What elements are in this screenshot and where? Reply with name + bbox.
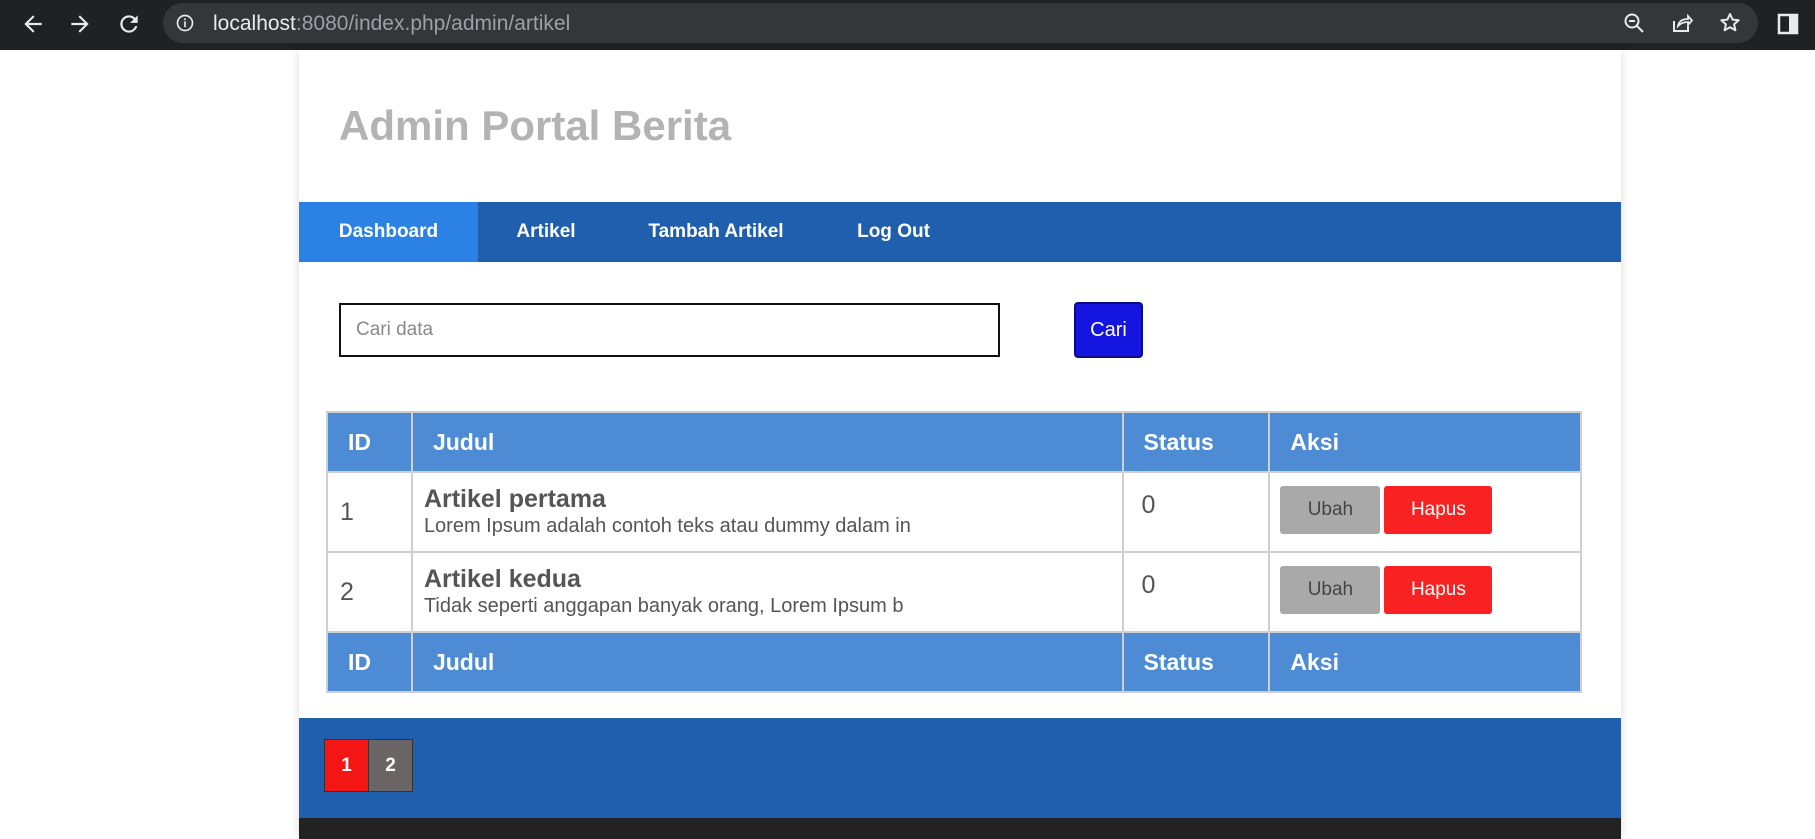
row-judul: Artikel pertama Lorem Ipsum adalah conto… — [410, 471, 1124, 553]
page-container: Admin Portal Berita Dashboard Artikel Ta… — [299, 50, 1621, 839]
row-actions: Ubah Hapus — [1268, 471, 1582, 553]
table-footer-row: ID Judul Status Aksi — [326, 631, 1582, 693]
article-excerpt: Lorem Ipsum adalah contoh teks atau dumm… — [423, 515, 911, 537]
browser-toolbar: localhost:8080/index.php/admin/artikel — [0, 0, 1815, 50]
table-row: 1 Artikel pertama Lorem Ipsum adalah con… — [326, 471, 1582, 553]
table-row: 2 Artikel kedua Tidak seperti anggapan b… — [326, 551, 1582, 633]
share-icon[interactable] — [1670, 11, 1694, 35]
forward-button[interactable] — [62, 6, 98, 42]
row-status: 0 — [1121, 471, 1271, 553]
article-excerpt: Tidak seperti anggapan banyak orang, Lor… — [423, 595, 904, 617]
edit-button[interactable]: Ubah — [1280, 566, 1381, 614]
delete-button[interactable]: Hapus — [1384, 486, 1493, 534]
edit-button[interactable]: Ubah — [1280, 486, 1381, 534]
column-footer-aksi: Aksi — [1268, 631, 1582, 693]
column-header-id: ID — [326, 411, 413, 473]
arrow-left-icon — [24, 15, 42, 33]
site-title: Admin Portal Berita — [339, 102, 732, 149]
nav-item-dashboard[interactable]: Dashboard — [299, 202, 478, 262]
pagination-bar: 1 2 — [299, 718, 1621, 818]
column-footer-id: ID — [326, 631, 413, 693]
column-header-judul: Judul — [410, 411, 1124, 473]
reload-button[interactable] — [111, 6, 147, 42]
row-actions: Ubah Hapus — [1268, 551, 1582, 633]
nav-item-log-out[interactable]: Log Out — [818, 202, 969, 262]
delete-button[interactable]: Hapus — [1384, 566, 1493, 614]
search-input[interactable] — [339, 303, 1000, 357]
articles-table: ID Judul Status Aksi 1 Artikel pertama L… — [326, 411, 1582, 693]
row-judul: Artikel kedua Tidak seperti anggapan ban… — [410, 551, 1124, 633]
nav-item-tambah-artikel[interactable]: Tambah Artikel — [614, 202, 818, 262]
zoom-out-icon[interactable] — [1622, 11, 1646, 35]
side-panel-icon[interactable] — [1776, 12, 1800, 36]
back-button[interactable] — [15, 6, 51, 42]
article-title: Artikel kedua — [423, 565, 581, 593]
row-status: 0 — [1121, 551, 1271, 633]
column-footer-judul: Judul — [410, 631, 1124, 693]
reload-icon — [120, 15, 138, 33]
main-nav: Dashboard Artikel Tambah Artikel Log Out — [299, 202, 1621, 262]
bookmark-star-icon[interactable] — [1718, 11, 1742, 35]
column-footer-status: Status — [1121, 631, 1271, 693]
table-header-row: ID Judul Status Aksi — [326, 411, 1582, 473]
search-button[interactable]: Cari — [1074, 302, 1143, 358]
url-path: :8080/index.php/admin/artikel — [295, 12, 571, 35]
page-link-2[interactable]: 2 — [368, 739, 413, 792]
info-icon[interactable] — [175, 13, 195, 33]
url-text: localhost:8080/index.php/admin/artikel — [213, 12, 570, 36]
row-id: 2 — [326, 551, 413, 633]
page-footer — [299, 818, 1621, 839]
row-id: 1 — [326, 471, 413, 553]
url-host: localhost — [213, 12, 296, 35]
column-header-aksi: Aksi — [1268, 411, 1582, 473]
column-header-status: Status — [1121, 411, 1271, 473]
arrow-right-icon — [71, 15, 89, 33]
address-bar[interactable]: localhost:8080/index.php/admin/artikel — [163, 3, 1758, 43]
page-link-1[interactable]: 1 — [324, 739, 369, 792]
nav-item-artikel[interactable]: Artikel — [478, 202, 614, 262]
article-title: Artikel pertama — [423, 485, 606, 513]
